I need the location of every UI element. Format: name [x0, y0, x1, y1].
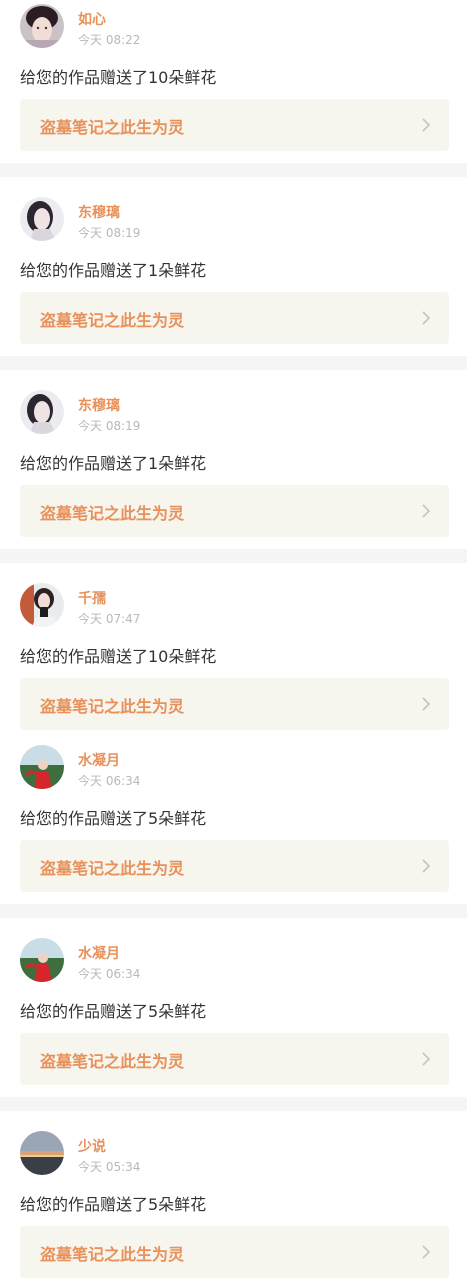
work-title: 盗墓笔记之此生为灵: [40, 1245, 185, 1264]
avatar-girl-phone-icon[interactable]: [20, 583, 64, 627]
sender-name[interactable]: 水凝月: [78, 750, 120, 770]
chevron-right-icon: [422, 859, 431, 873]
timestamp: 今天 08:22: [78, 33, 141, 47]
gift-notification: 水凝月 今天 06:34 给您的作品赠送了5朵鲜花 盗墓笔记之此生为灵: [0, 934, 467, 1094]
work-link-card[interactable]: 盗墓笔记之此生为灵: [20, 99, 449, 151]
gift-notification: 东穆璃 今天 08:19 给您的作品赠送了1朵鲜花 盗墓笔记之此生为灵: [0, 193, 467, 353]
work-link-card[interactable]: 盗墓笔记之此生为灵: [20, 292, 449, 344]
gift-message: 给您的作品赠送了1朵鲜花: [20, 454, 207, 473]
work-title: 盗墓笔记之此生为灵: [40, 118, 185, 137]
gift-message: 给您的作品赠送了10朵鲜花: [20, 647, 217, 666]
work-link-card[interactable]: 盗墓笔记之此生为灵: [20, 485, 449, 537]
sender-name[interactable]: 千孺: [78, 588, 106, 608]
section-divider: [0, 1097, 467, 1111]
gift-notification: 水凝月 今天 06:34 给您的作品赠送了5朵鲜花 盗墓笔记之此生为灵: [0, 741, 467, 901]
work-link-card[interactable]: 盗墓笔记之此生为灵: [20, 840, 449, 892]
avatar-red-dress-icon[interactable]: [20, 745, 64, 789]
work-title: 盗墓笔记之此生为灵: [40, 311, 185, 330]
avatar-woman-dark-hair-icon[interactable]: [20, 197, 64, 241]
timestamp: 今天 05:34: [78, 1160, 141, 1174]
sender-name[interactable]: 少说: [78, 1136, 106, 1156]
timestamp: 今天 06:34: [78, 967, 141, 981]
avatar-red-dress-icon[interactable]: [20, 938, 64, 982]
work-link-card[interactable]: 盗墓笔记之此生为灵: [20, 1033, 449, 1085]
gift-message: 给您的作品赠送了5朵鲜花: [20, 1002, 207, 1021]
avatar-sunset-icon[interactable]: [20, 1131, 64, 1175]
chevron-right-icon: [422, 697, 431, 711]
sender-name[interactable]: 东穆璃: [78, 395, 120, 415]
work-title: 盗墓笔记之此生为灵: [40, 697, 185, 716]
timestamp: 今天 08:19: [78, 419, 141, 433]
work-title: 盗墓笔记之此生为灵: [40, 1052, 185, 1071]
avatar-woman-dark-hair-icon[interactable]: [20, 390, 64, 434]
section-divider: [0, 356, 467, 370]
work-title: 盗墓笔记之此生为灵: [40, 504, 185, 523]
chevron-right-icon: [422, 1052, 431, 1066]
work-title: 盗墓笔记之此生为灵: [40, 859, 185, 878]
gift-notification: 少说 今天 05:34 给您的作品赠送了5朵鲜花 盗墓笔记之此生为灵: [0, 1127, 467, 1280]
work-link-card[interactable]: 盗墓笔记之此生为灵: [20, 678, 449, 730]
gift-message: 给您的作品赠送了5朵鲜花: [20, 809, 207, 828]
section-divider: [0, 549, 467, 563]
gift-notification: 千孺 今天 07:47 给您的作品赠送了10朵鲜花 盗墓笔记之此生为灵: [0, 579, 467, 739]
work-link-card[interactable]: 盗墓笔记之此生为灵: [20, 1226, 449, 1278]
section-divider: [0, 904, 467, 918]
chevron-right-icon: [422, 118, 431, 132]
gift-message: 给您的作品赠送了1朵鲜花: [20, 261, 207, 280]
sender-name[interactable]: 东穆璃: [78, 202, 120, 222]
sender-name[interactable]: 如心: [78, 9, 106, 29]
gift-message: 给您的作品赠送了5朵鲜花: [20, 1195, 207, 1214]
gift-notification: 如心 今天 08:22 给您的作品赠送了10朵鲜花 盗墓笔记之此生为灵: [0, 0, 467, 160]
gift-message: 给您的作品赠送了10朵鲜花: [20, 68, 217, 87]
gift-notification: 东穆璃 今天 08:19 给您的作品赠送了1朵鲜花 盗墓笔记之此生为灵: [0, 386, 467, 546]
chevron-right-icon: [422, 311, 431, 325]
chevron-right-icon: [422, 1245, 431, 1259]
timestamp: 今天 08:19: [78, 226, 141, 240]
timestamp: 今天 06:34: [78, 774, 141, 788]
avatar-woman-pale-icon[interactable]: [20, 4, 64, 48]
chevron-right-icon: [422, 504, 431, 518]
sender-name[interactable]: 水凝月: [78, 943, 120, 963]
timestamp: 今天 07:47: [78, 612, 141, 626]
section-divider: [0, 163, 467, 177]
